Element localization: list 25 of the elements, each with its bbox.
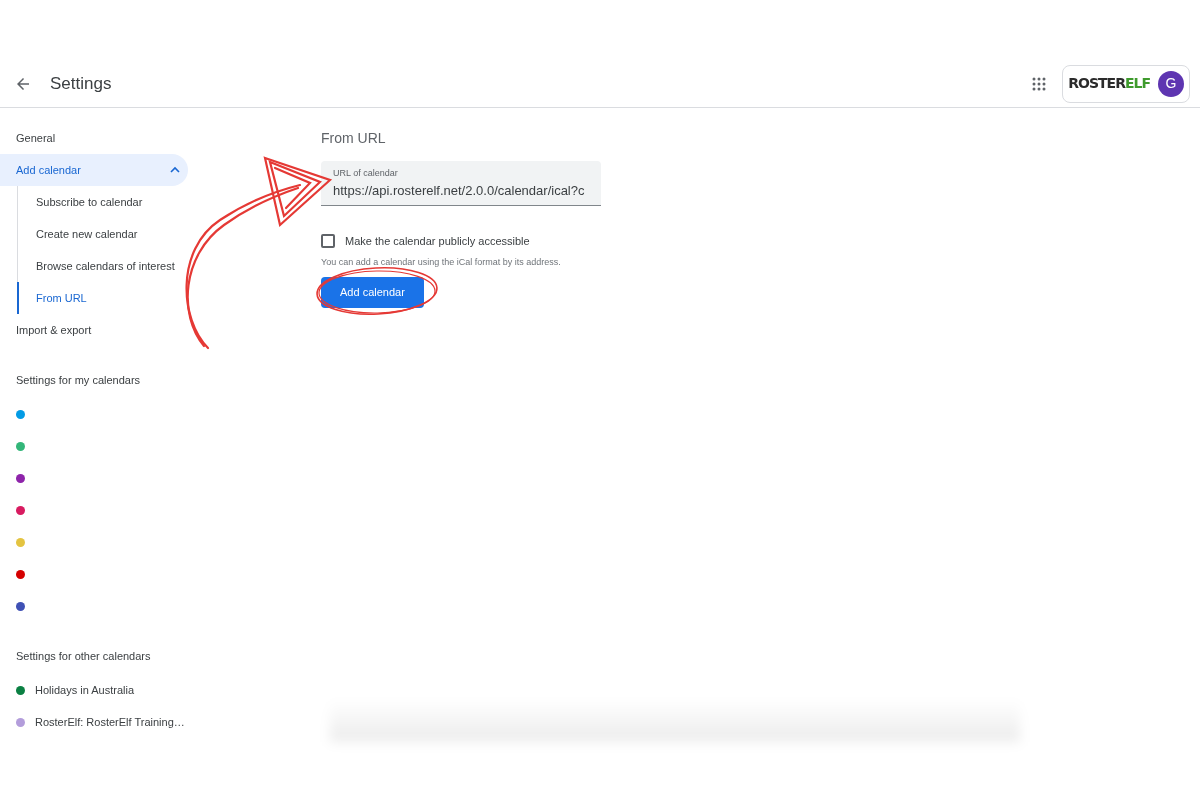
sidebar-subitem[interactable]: Subscribe to calendar — [17, 186, 300, 218]
avatar[interactable]: G — [1158, 70, 1184, 97]
calendar-name[interactable]: Holidays in Australia — [35, 681, 135, 699]
sidebar-subitem[interactable]: From URL — [17, 282, 300, 314]
calendar-name[interactable]: RosterElf: RosterElf Training… — [35, 713, 185, 731]
apps-grid-icon[interactable] — [1032, 76, 1047, 91]
helper-text: You can add a calendar using the iCal format by its address. — [321, 255, 562, 269]
url-field[interactable]: URL of calendar https://api.rosterelf.net/2.0.0/calendar/ical?c — [321, 161, 601, 206]
sidebar-item[interactable]: Add calendar — [0, 154, 188, 186]
section-heading: Settings for other calendars — [16, 649, 152, 664]
section-title: From URL — [321, 129, 387, 148]
sidebar-subitem[interactable]: Create new calendar — [17, 218, 300, 250]
page-title: Settings — [50, 72, 112, 95]
sidebar-item[interactable]: Import & export — [0, 314, 188, 346]
add-calendar-button[interactable]: Add calendar — [321, 277, 424, 308]
section-heading: Settings for my calendars — [16, 373, 142, 388]
sidebar-subitem[interactable]: Browse calendars of interest — [17, 250, 300, 282]
checkbox-label: Make the calendar publicly accessible — [345, 234, 530, 249]
field-label: URL of calendar — [333, 167, 399, 180]
sidebar-item[interactable]: General — [0, 122, 188, 154]
account-switcher[interactable]: ROSTERELF G — [1062, 64, 1190, 103]
chevron-icon[interactable] — [170, 165, 180, 175]
logo: ROSTERELF — [1068, 74, 1150, 93]
checkbox[interactable] — [321, 234, 335, 249]
url-input[interactable]: https://api.rosterelf.net/2.0.0/calendar/ical?c — [333, 180, 589, 200]
